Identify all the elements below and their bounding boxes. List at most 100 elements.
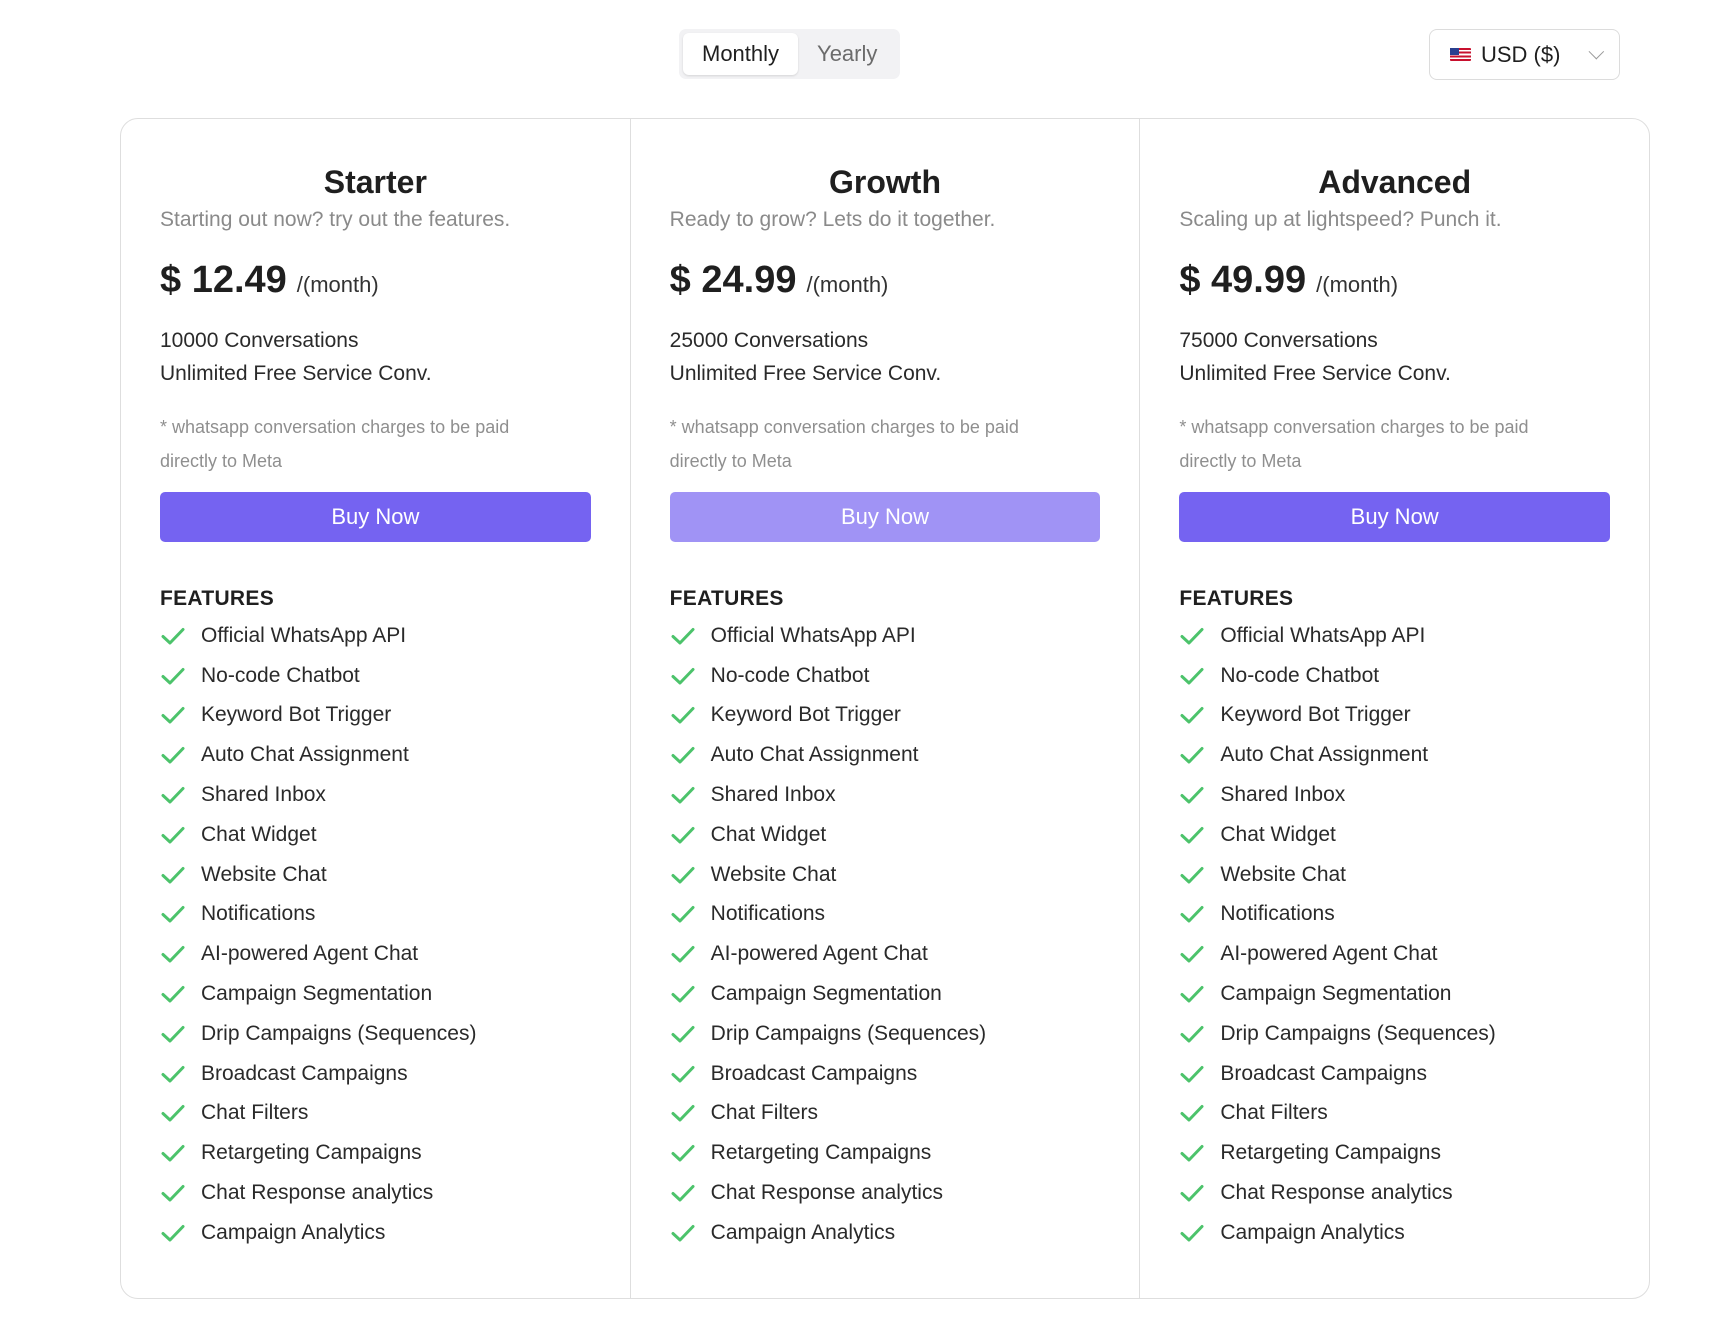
checkmark-icon	[1180, 1145, 1204, 1162]
billing-option-yearly[interactable]: Yearly	[798, 33, 896, 75]
currency-label: USD ($)	[1481, 41, 1561, 67]
feature-item: Campaign Analytics	[160, 1213, 591, 1253]
checkmark-icon	[1180, 906, 1204, 923]
billing-option-monthly[interactable]: Monthly	[683, 33, 799, 75]
feature-item: Official WhatsApp API	[670, 616, 1101, 656]
feature-label: AI-powered Agent Chat	[1220, 942, 1438, 966]
feature-item: Broadcast Campaigns	[160, 1054, 591, 1094]
feature-label: Chat Response analytics	[201, 1181, 434, 1205]
checkmark-icon	[161, 667, 185, 685]
feature-label: Chat Widget	[1220, 822, 1336, 846]
feature-item: Campaign Segmentation	[1179, 974, 1610, 1014]
feature-item: Campaign Segmentation	[160, 974, 591, 1014]
checkmark-icon	[1180, 1224, 1204, 1242]
checkmark-icon	[671, 866, 695, 884]
checkmark-icon	[671, 787, 695, 804]
checkmark-icon	[671, 1224, 695, 1242]
feature-label: Retargeting Campaigns	[201, 1141, 422, 1165]
feature-label: Shared Inbox	[1220, 783, 1346, 807]
feature-item: Notifications	[1179, 895, 1610, 935]
feature-label: Chat Filters	[710, 1101, 819, 1125]
feature-item: Chat Response analytics	[1179, 1173, 1610, 1213]
feature-item: Website Chat	[1179, 855, 1610, 895]
feature-item: Keyword Bot Trigger	[670, 696, 1101, 736]
buy-now-button[interactable]: Buy Now	[1179, 492, 1611, 542]
us-flag-icon	[1450, 48, 1471, 61]
checkmark-icon	[161, 1065, 185, 1083]
feature-label: Broadcast Campaigns	[710, 1061, 918, 1085]
checkmark-icon	[671, 906, 695, 923]
checkmark-icon	[161, 826, 185, 844]
checkmark-icon	[161, 747, 185, 764]
currency-select[interactable]: USD ($)	[1429, 29, 1620, 80]
billing-period-toggle: Monthly Yearly	[679, 29, 901, 79]
chevron-down-icon	[1588, 43, 1605, 60]
feature-label: Shared Inbox	[201, 783, 326, 807]
plan-name: Growth	[829, 164, 941, 200]
buy-now-button[interactable]: Buy Now	[160, 492, 591, 542]
feature-label: Drip Campaigns (Sequences)	[710, 1021, 987, 1045]
feature-item: Campaign Segmentation	[670, 974, 1101, 1014]
buy-now-button[interactable]: Buy Now	[669, 492, 1101, 542]
feature-item: AI-powered Agent Chat	[670, 934, 1101, 974]
feature-label: Chat Response analytics	[1220, 1181, 1453, 1205]
features-heading: FEATURES	[1179, 587, 1294, 610]
feature-label: Website Chat	[710, 862, 837, 886]
feature-label: Broadcast Campaigns	[1220, 1061, 1427, 1085]
feature-label: Chat Response analytics	[710, 1181, 943, 1205]
checkmark-icon	[671, 986, 695, 1003]
feature-item: Drip Campaigns (Sequences)	[160, 1014, 591, 1054]
feature-item: Official WhatsApp API	[1179, 616, 1610, 656]
feature-label: Chat Widget	[710, 822, 827, 846]
checkmark-icon	[1180, 1105, 1204, 1122]
checkmark-icon	[161, 627, 185, 645]
feature-label: Campaign Analytics	[710, 1220, 896, 1244]
pricing-plans: Starter Starting out now? try out the fe…	[120, 118, 1650, 1299]
plan-quota: 75000 Conversations Unlimited Free Servi…	[1179, 324, 1610, 390]
price-period: /(month)	[1316, 272, 1399, 297]
feature-list: Official WhatsApp API No-code Chatbot Keyw…	[670, 616, 1101, 1253]
feature-label: Auto Chat Assignment	[1220, 743, 1429, 767]
feature-item: Broadcast Campaigns	[670, 1054, 1101, 1094]
checkmark-icon	[161, 787, 185, 804]
feature-item: Chat Filters	[1179, 1094, 1610, 1134]
checkmark-icon	[1180, 667, 1204, 685]
feature-label: Drip Campaigns (Sequences)	[1220, 1021, 1496, 1045]
features-heading: FEATURES	[669, 587, 784, 610]
feature-label: Campaign Segmentation	[201, 982, 433, 1006]
feature-item: Chat Filters	[670, 1094, 1101, 1134]
checkmark-icon	[1180, 826, 1204, 844]
service-conversations: Unlimited Free Service Conv.	[669, 362, 942, 385]
feature-list: Official WhatsApp API No-code Chatbot Keyw…	[160, 616, 591, 1253]
feature-item: Drip Campaigns (Sequences)	[670, 1014, 1101, 1054]
feature-item: Chat Response analytics	[160, 1173, 591, 1213]
feature-item: AI-powered Agent Chat	[160, 934, 591, 974]
feature-label: Campaign Analytics	[201, 1220, 386, 1244]
price-period: /(month)	[296, 272, 379, 297]
plan-card-starter: Starter Starting out now? try out the fe…	[121, 119, 630, 1298]
checkmark-icon	[1180, 946, 1204, 963]
feature-label: Website Chat	[201, 862, 327, 886]
conversations-quota: 75000 Conversations	[1179, 329, 1378, 352]
meta-charges-note: * whatsapp conversation charges to be pa…	[669, 417, 1019, 471]
plan-name: Advanced	[1318, 164, 1472, 200]
feature-item: Chat Response analytics	[670, 1173, 1101, 1213]
checkmark-icon	[161, 1185, 185, 1202]
feature-item: Keyword Bot Trigger	[160, 696, 591, 736]
feature-label: Broadcast Campaigns	[201, 1061, 408, 1085]
feature-label: Keyword Bot Trigger	[710, 703, 901, 727]
checkmark-icon	[161, 1105, 185, 1122]
plan-name: Starter	[323, 164, 427, 200]
features-heading: FEATURES	[160, 587, 275, 610]
meta-charges-note: * whatsapp conversation charges to be pa…	[160, 417, 510, 471]
feature-item: Chat Widget	[160, 815, 591, 855]
feature-label: Shared Inbox	[710, 783, 836, 807]
checkmark-icon	[1180, 1185, 1204, 1202]
plan-tagline: Starting out now? try out the features.	[160, 208, 511, 231]
feature-label: Drip Campaigns (Sequences)	[201, 1021, 477, 1045]
service-conversations: Unlimited Free Service Conv.	[160, 362, 432, 385]
checkmark-icon	[671, 1105, 695, 1122]
feature-item: Website Chat	[670, 855, 1101, 895]
feature-label: Official WhatsApp API	[201, 623, 407, 647]
feature-label: Keyword Bot Trigger	[1220, 703, 1411, 727]
